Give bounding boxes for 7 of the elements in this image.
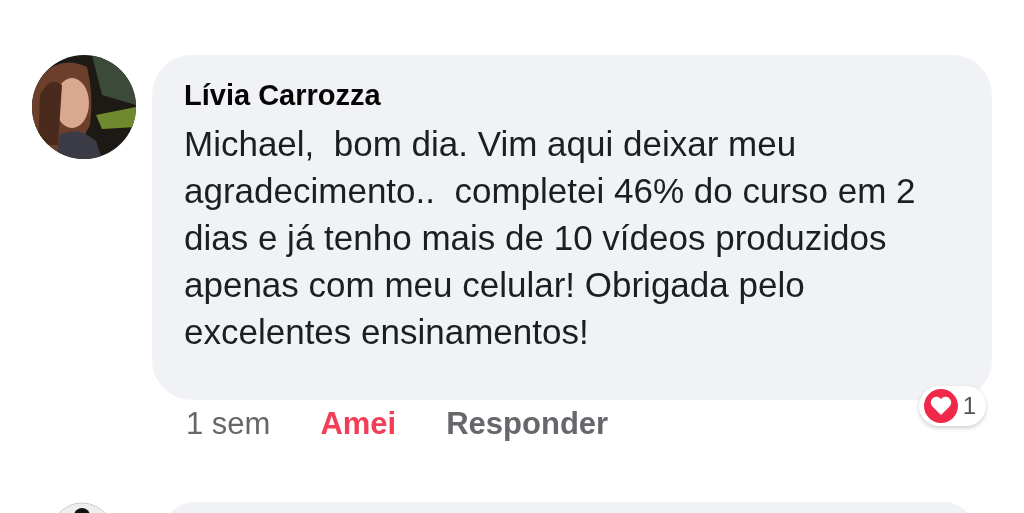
comment-time: 1 sem [186,406,271,442]
reply-button[interactable]: Responder [446,406,609,442]
author-name[interactable]: Lívia Carrozza [184,79,962,112]
love-reaction-button[interactable]: Amei [320,406,397,442]
comment-text: Michael, bom dia. Vim aqui deixar meu agradecimento.. completei 46% do curso em 2 dias e já tenho mais de 10 vídeos produzidos apenas com meu celular! Obrigada pelo excelentes ensinamentos! [184,123,917,353]
reaction-count-badge[interactable]: 1 [918,386,986,426]
reaction-count: 1 [962,392,976,420]
